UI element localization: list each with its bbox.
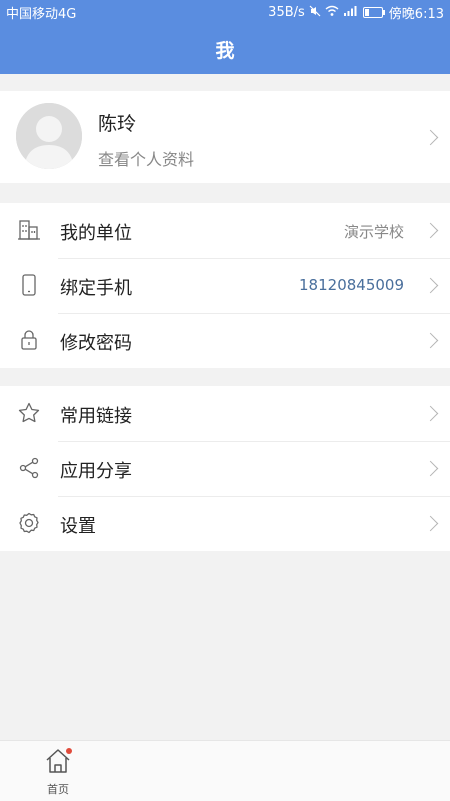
phone-icon (17, 273, 41, 297)
chevron-right-icon (422, 129, 439, 146)
signal-icon (343, 5, 357, 20)
battery-icon (362, 7, 385, 18)
chevron-right-icon (422, 515, 439, 532)
unit-value: 演示学校 (343, 223, 404, 241)
profile-card[interactable]: 陈玲 查看个人资料 (0, 91, 450, 183)
row-app-share[interactable]: 应用分享 (0, 441, 450, 496)
row-label: 修改密码 (60, 333, 132, 354)
bottom-tab-bar: 首页 (0, 740, 450, 801)
mute-icon (309, 5, 321, 20)
phone-value: 18120845009 (299, 276, 404, 294)
account-group: 我的单位 演示学校 绑定手机 18120845009 修改密码 (0, 203, 450, 368)
chevron-right-icon (422, 460, 439, 477)
clock-text: 傍晚6:13 (388, 7, 444, 22)
tools-group: 常用链接 应用分享 设置 (0, 386, 450, 551)
row-label: 绑定手机 (60, 278, 132, 299)
lock-icon (17, 328, 41, 352)
notification-badge (66, 748, 72, 754)
profile-name: 陈玲 (98, 113, 137, 135)
row-label: 我的单位 (60, 223, 132, 244)
app-header: 中国移动4G 35B/s 傍晚6:13 我 (0, 0, 450, 74)
network-speed: 35B/s (268, 5, 305, 20)
chevron-right-icon (422, 277, 439, 294)
star-icon (17, 401, 41, 425)
row-label: 应用分享 (60, 461, 132, 482)
chevron-right-icon (422, 332, 439, 349)
status-icons: 35B/s 傍晚6:13 (268, 3, 444, 22)
view-profile-link[interactable]: 查看个人资料 (98, 146, 194, 170)
status-bar: 中国移动4G 35B/s 傍晚6:13 (0, 0, 450, 22)
row-bind-phone[interactable]: 绑定手机 18120845009 (0, 258, 450, 313)
carrier-text: 中国移动4G (6, 7, 77, 22)
row-label: 设置 (60, 516, 96, 537)
chevron-right-icon (422, 405, 439, 422)
tab-label: 首页 (47, 783, 69, 796)
page-title: 我 (215, 40, 235, 62)
tab-home[interactable]: 首页 (36, 745, 80, 797)
row-settings[interactable]: 设置 (0, 496, 450, 551)
row-common-links[interactable]: 常用链接 (0, 386, 450, 441)
wifi-icon (325, 5, 339, 20)
row-my-unit[interactable]: 我的单位 演示学校 (0, 203, 450, 258)
row-label: 常用链接 (60, 406, 132, 427)
chevron-right-icon (422, 222, 439, 239)
avatar (16, 103, 82, 169)
building-icon (17, 218, 41, 242)
gear-icon (17, 511, 41, 535)
share-icon (17, 456, 41, 480)
row-change-password[interactable]: 修改密码 (0, 313, 450, 368)
